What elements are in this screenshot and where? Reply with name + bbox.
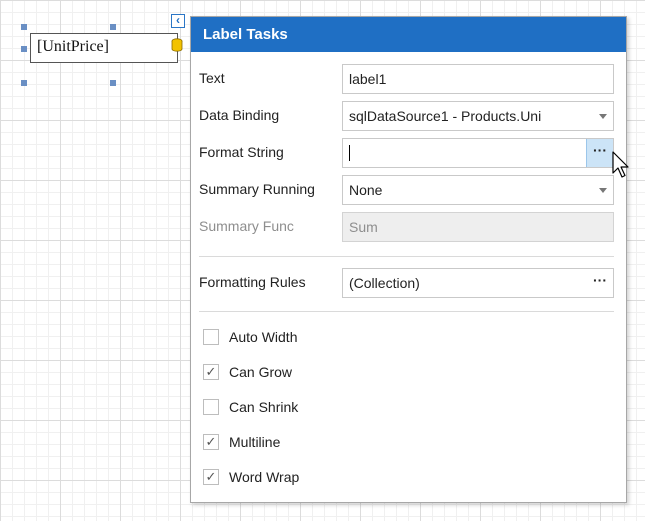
can-grow-label: Can Grow [229, 364, 293, 380]
format-string-label: Format String [199, 144, 284, 160]
label-tasks-panel: Label Tasks Text label1 Data Binding sql… [190, 16, 627, 503]
text-label: Text [199, 70, 225, 86]
summary-func-row: Summary Func Sum [199, 212, 614, 242]
selection-handle[interactable] [110, 24, 116, 30]
summary-running-dropdown[interactable]: None [342, 175, 614, 205]
formatting-rules-ellipsis-button[interactable]: ··· [587, 269, 613, 297]
multiline-checkbox[interactable]: ✓ [203, 434, 219, 450]
can-shrink-checkbox[interactable] [203, 399, 219, 415]
selection-handle[interactable] [21, 46, 27, 52]
divider [199, 311, 614, 312]
can-shrink-label: Can Shrink [229, 399, 299, 415]
text-row: Text label1 [199, 64, 614, 94]
mouse-pointer-icon [612, 151, 629, 178]
summary-running-row: Summary Running None [199, 175, 614, 205]
selection-handle[interactable] [21, 24, 27, 30]
divider [199, 256, 614, 257]
summary-running-label: Summary Running [199, 181, 315, 197]
format-string-row: Format String ··· [199, 138, 614, 168]
format-string-input[interactable]: ··· [342, 138, 614, 168]
data-binding-row: Data Binding sqlDataSource1 - Products.U… [199, 101, 614, 131]
smart-tag-button[interactable]: ‹ [171, 14, 185, 28]
auto-width-label: Auto Width [229, 329, 298, 345]
summary-func-label: Summary Func [199, 218, 294, 234]
word-wrap-label: Word Wrap [229, 469, 300, 485]
formatting-rules-row: Formatting Rules (Collection) ··· [199, 268, 614, 298]
chevron-down-icon[interactable] [599, 188, 607, 193]
can-grow-checkbox[interactable]: ✓ [203, 364, 219, 380]
auto-width-checkbox[interactable] [203, 329, 219, 345]
chevron-down-icon[interactable] [599, 114, 607, 119]
data-binding-label: Data Binding [199, 107, 280, 123]
word-wrap-checkbox[interactable]: ✓ [203, 469, 219, 485]
selection-handle[interactable] [21, 80, 27, 86]
selection-handle[interactable] [110, 80, 116, 86]
database-icon [171, 38, 183, 52]
format-string-ellipsis-button[interactable]: ··· [586, 139, 613, 167]
report-label-text: [UnitPrice] [37, 38, 109, 55]
data-binding-dropdown[interactable]: sqlDataSource1 - Products.Uni [342, 101, 614, 131]
report-label-control[interactable]: [UnitPrice] [30, 33, 178, 63]
data-binding-value: sqlDataSource1 - Products.Uni [349, 108, 542, 124]
chevron-left-icon: ‹ [176, 13, 180, 27]
multiline-label: Multiline [229, 434, 281, 450]
summary-func-dropdown: Sum [342, 212, 614, 242]
formatting-rules-input[interactable]: (Collection) ··· [342, 268, 614, 298]
panel-title: Label Tasks [191, 17, 626, 52]
text-caret [349, 145, 350, 161]
text-input[interactable]: label1 [342, 64, 614, 94]
summary-running-value: None [349, 182, 383, 198]
formatting-rules-label: Formatting Rules [199, 274, 306, 290]
formatting-rules-value: (Collection) [349, 275, 420, 291]
